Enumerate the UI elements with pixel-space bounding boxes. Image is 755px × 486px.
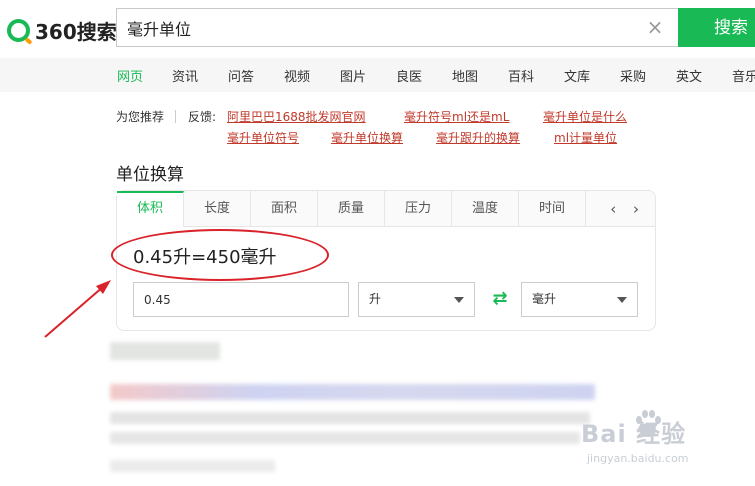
conversion-result: 0.45升=450毫升 [111, 229, 329, 281]
watermark-url: jingyan.baidu.com [587, 452, 689, 465]
tab-english[interactable]: 英文 [676, 66, 702, 85]
swap-icon[interactable]: ⇄ [488, 287, 512, 311]
tab-volume[interactable]: 体积 [117, 191, 184, 227]
tab-baike[interactable]: 百科 [508, 66, 534, 85]
tab-pressure[interactable]: 压力 [385, 191, 452, 227]
recommend-link[interactable]: 毫升单位符号 [227, 129, 299, 146]
value-input[interactable] [133, 282, 349, 317]
divider [175, 110, 176, 123]
baidu-jingyan-watermark: Bai 经验 jingyan.baidu.com [575, 408, 755, 478]
to-unit-select[interactable]: 毫升 [521, 282, 638, 317]
tab-length[interactable]: 长度 [184, 191, 251, 227]
unit-converter-card: 体积 长度 面积 质量 压力 温度 时间 ‹ › 0.45升=450毫升 升 ⇄… [111, 190, 656, 331]
feedback-link[interactable]: 反馈: [188, 108, 216, 125]
recommend-link[interactable]: 阿里巴巴1688批发网官网 [227, 108, 366, 125]
tab-mass[interactable]: 质量 [318, 191, 385, 227]
tab-wenku[interactable]: 文库 [564, 66, 590, 85]
chevron-down-icon [454, 297, 464, 303]
logo-text: 360搜索 [35, 19, 117, 44]
tab-purchase[interactable]: 采购 [620, 66, 646, 85]
from-unit-value: 升 [369, 292, 382, 306]
clear-icon[interactable]: × [645, 17, 665, 37]
search-input[interactable] [127, 9, 627, 46]
logo-icon [7, 18, 30, 42]
tab-area[interactable]: 面积 [251, 191, 318, 227]
tab-map[interactable]: 地图 [452, 66, 478, 85]
tab-qa[interactable]: 问答 [228, 66, 254, 85]
blurred-result-block [110, 340, 610, 480]
recommend-link[interactable]: ml计量单位 [554, 129, 617, 146]
search-button[interactable]: 搜索 [678, 8, 755, 47]
chevron-down-icon [617, 297, 627, 303]
search-box: × [116, 8, 679, 47]
tab-web[interactable]: 网页 [117, 66, 143, 85]
tab-news[interactable]: 资讯 [172, 66, 198, 85]
to-unit-value: 毫升 [532, 292, 557, 306]
tab-temperature[interactable]: 温度 [452, 191, 519, 227]
header: 360搜索 × 搜索 [0, 0, 755, 58]
tab-video[interactable]: 视频 [284, 66, 310, 85]
highlight-ellipse [111, 229, 329, 281]
watermark-text: Bai 经验 [581, 420, 687, 448]
recommend-link[interactable]: 毫升跟升的换算 [436, 129, 520, 146]
from-unit-select[interactable]: 升 [358, 282, 475, 317]
tab-time[interactable]: 时间 [519, 191, 586, 227]
recommend-link[interactable]: 毫升单位是什么 [543, 108, 627, 125]
recommend-link[interactable]: 毫升单位换算 [331, 129, 403, 146]
nav-tabs: 网页 资讯 问答 视频 图片 良医 地图 百科 文库 采购 英文 音乐 [0, 58, 755, 92]
tab-images[interactable]: 图片 [340, 66, 366, 85]
logo[interactable]: 360搜索 [7, 16, 117, 44]
tab-doctor[interactable]: 良医 [396, 66, 422, 85]
tab-scroll-arrows-icon[interactable]: ‹ › [610, 191, 645, 227]
converter-title: 单位换算 [116, 165, 184, 185]
converter-tabs: 体积 长度 面积 质量 压力 温度 时间 ‹ › [117, 191, 655, 227]
recommend-link[interactable]: 毫升符号ml还是mL [404, 108, 509, 125]
recommend-label: 为您推荐 [116, 110, 165, 124]
tab-music[interactable]: 音乐 [732, 66, 755, 85]
